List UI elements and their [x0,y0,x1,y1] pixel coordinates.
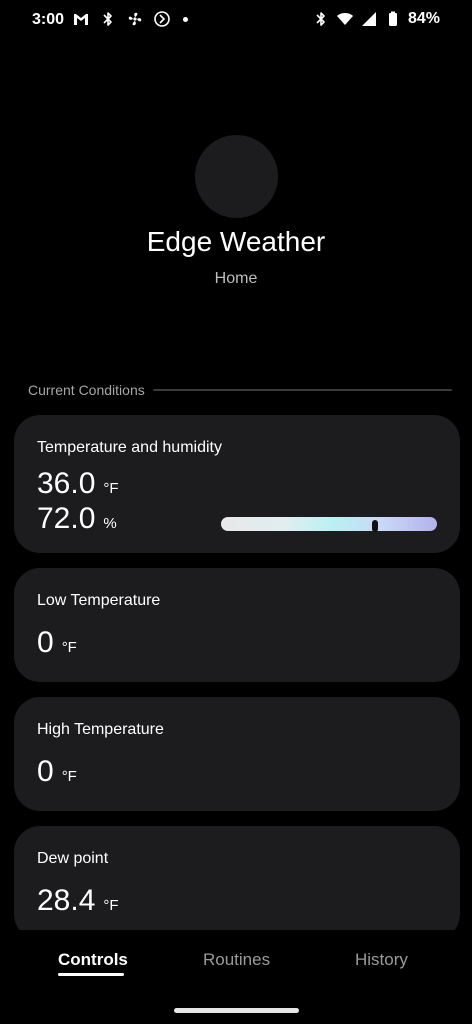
humidity-value: 72.0 [37,502,96,535]
bluetooth-icon [99,10,117,28]
card-high-temperature[interactable]: High Temperature 0 °F [14,697,460,811]
home-indicator[interactable] [174,1008,299,1013]
card-dew-point[interactable]: Dew point 28.4 °F [14,826,460,940]
tab-history[interactable]: History [355,950,408,970]
card-title: Dew point [37,850,109,867]
card-title: Temperature and humidity [37,439,222,456]
card-title: High Temperature [37,721,164,738]
low-temperature-reading: 0 °F [37,626,77,660]
dew-point-value: 28.4 [37,884,96,917]
device-avatar [195,135,278,218]
device-room: Home [214,270,258,287]
low-temperature-unit: °F [61,639,77,656]
wifi-icon [336,10,354,28]
temperature-reading: 36.0 °F [37,467,119,501]
humidity-reading: 72.0 % [37,502,117,536]
cell-signal-icon [360,10,378,28]
dew-point-reading: 28.4 °F [37,884,119,918]
notification-dot-icon [183,16,188,22]
status-time: 3:00 [32,11,65,28]
status-right: 84% [312,10,440,28]
fan-icon [126,10,144,28]
dew-point-unit: °F [103,897,119,914]
tab-controls-underline [58,973,124,976]
temperature-unit: °F [103,480,119,497]
gmail-icon [72,10,90,28]
bluetooth-icon [312,10,330,28]
section-divider [152,389,452,391]
humidity-level-bar [221,517,437,532]
battery-icon [384,10,402,28]
card-low-temperature[interactable]: Low Temperature 0 °F [14,568,460,682]
high-temperature-reading: 0 °F [37,755,77,789]
high-temperature-unit: °F [61,768,77,785]
tab-routines[interactable]: Routines [203,950,270,970]
humidity-unit: % [103,515,117,532]
humidity-level-marker [372,520,378,532]
section-header-current-conditions: Current Conditions [28,382,452,398]
tab-controls[interactable]: Controls [58,950,128,970]
card-title: Low Temperature [37,592,161,609]
status-left-icons [72,10,188,28]
low-temperature-value: 0 [37,626,54,659]
section-label: Current Conditions [28,382,145,398]
high-temperature-value: 0 [37,755,54,788]
card-temperature-humidity[interactable]: Temperature and humidity 36.0 °F 72.0 % [14,415,460,553]
status-bar: 3:00 84% [0,0,472,44]
temperature-value: 36.0 [37,467,96,500]
device-name: Edge Weather [146,226,326,257]
battery-percent: 84% [407,10,440,27]
smartthings-icon [153,10,171,28]
